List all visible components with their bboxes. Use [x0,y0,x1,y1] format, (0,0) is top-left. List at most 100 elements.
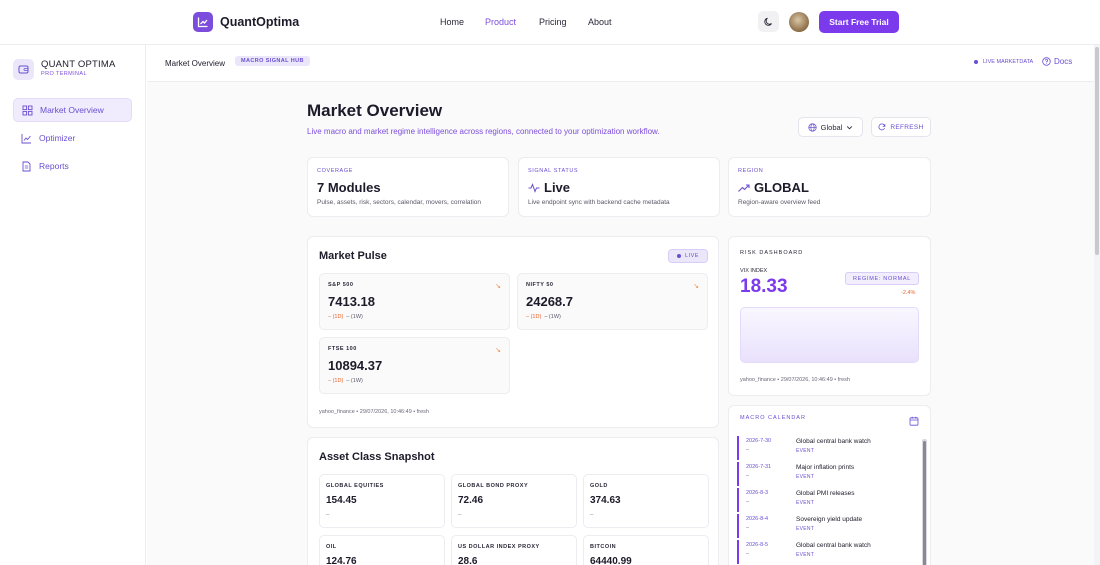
sidebar-item-reports[interactable]: Reports [13,154,132,178]
event-date: 2026-8-4 [746,516,769,522]
calendar-event[interactable]: 2026-8-5 – Global central bank watch EVE… [737,540,922,564]
vix-change: -2.4% [901,290,916,296]
calendar-event[interactable]: 2026-7-31 – Major inflation prints EVENT [737,462,922,486]
asset-tile-global-equities[interactable]: GLOBAL EQUITIES 154.45 – [319,474,445,528]
docs-label: Docs [1054,57,1073,66]
asset-tile-bitcoin[interactable]: BITCOIN 64440.99 [583,535,709,565]
globe-icon [808,122,817,132]
asset-tile-global-bond-proxy[interactable]: GLOBAL BOND PROXY 72.46 – [451,474,577,528]
nav-link-about[interactable]: About [588,17,612,27]
risk-dashboard-title: RISK DASHBOARD [740,250,804,256]
page-scrollbar-thumb[interactable] [1095,47,1099,255]
brand-name[interactable]: QuantOptima [220,15,299,29]
calendar-scrollbar[interactable] [922,433,927,565]
vix-area-chart [740,307,919,363]
event-date: 2026-8-3 [746,490,769,496]
calendar-event[interactable]: 2026-8-3 – Global PMI releases EVENT [737,488,922,512]
card-value: Live [528,180,570,195]
event-type: EVENT [796,500,815,506]
sidebar-item-label: Optimizer [39,133,76,143]
tile-change: – (1D) – (1W) [328,378,363,384]
tile-label: FTSE 100 [328,346,357,352]
page-scrollbar[interactable] [1094,45,1100,565]
change-1d: – (1D) [328,314,344,320]
asset-label: GLOBAL BOND PROXY [458,483,529,489]
nav-link-pricing[interactable]: Pricing [539,17,567,27]
regime-badge: REGIME: NORMAL [845,272,919,285]
region-select[interactable]: Global [798,117,863,137]
nav-link-product[interactable]: Product [485,17,516,27]
asset-label: GLOBAL EQUITIES [326,483,384,489]
refresh-button[interactable]: REFRESH [871,117,931,137]
index-tile-sp500[interactable]: S&P 500 ↘ 7413.18 – (1D) – (1W) [319,273,510,330]
brand-logo-icon[interactable] [193,12,213,32]
index-tile-ftse100[interactable]: FTSE 100 ↘ 10894.37 – (1D) – (1W) [319,337,510,394]
status-dot-icon [974,60,978,64]
coverage-value: 7 Modules [317,180,381,195]
sidebar-item-optimizer[interactable]: Optimizer [13,126,132,150]
docs-link[interactable]: Docs [1042,57,1072,66]
theme-toggle-button[interactable] [758,11,779,32]
asset-value: 64440.99 [590,556,632,565]
calendar-event[interactable]: 2026-7-30 – Global central bank watch EV… [737,436,922,460]
top-navigation-bar: QuantOptima Home Product Pricing About S… [0,0,1100,45]
sidebar-title: QUANT OPTIMA [41,59,116,70]
status-label: LIVE MARKETDATA [983,59,1034,65]
event-type: EVENT [796,552,815,558]
trend-down-icon: ↘ [693,283,699,290]
change-1w: – (1W) [346,378,363,384]
card-description: Live endpoint sync with backend cache me… [528,199,670,206]
asset-change: – [326,512,330,518]
nav-link-home[interactable]: Home [440,17,464,27]
event-date: 2026-8-5 [746,542,769,548]
event-title: Global PMI releases [796,490,855,497]
trend-chart-icon [21,133,32,144]
live-badge: LIVE [668,249,708,263]
chevron-down-icon [847,125,853,129]
market-pulse-title: Market Pulse [319,250,387,262]
region-select-value: Global [820,122,843,132]
start-free-trial-button[interactable]: Start Free Trial [819,11,899,33]
signal-status-card: SIGNAL STATUS Live Live endpoint sync wi… [518,157,720,217]
tile-change: – (1D) – (1W) [526,314,561,320]
vix-label: VIX INDEX [740,268,768,274]
asset-value: 28.6 [458,556,478,565]
tile-label: NIFTY 50 [526,282,554,288]
asset-label: BITCOIN [590,544,617,550]
event-title: Global central bank watch [796,542,871,549]
calendar-event[interactable]: 2026-8-4 – Sovereign yield update EVENT [737,514,922,538]
event-title: Sovereign yield update [796,516,863,523]
document-icon [21,161,32,172]
live-marketdata-status: LIVE MARKETDATA [974,59,1033,65]
asset-value: 124.76 [326,556,357,565]
tile-value: 24268.7 [526,294,573,309]
card-value: GLOBAL [738,180,809,195]
event-type: EVENT [796,526,815,532]
sub-header: Market Overview MACRO SIGNAL HUB LIVE MA… [147,45,1100,82]
macro-signal-hub-badge: MACRO SIGNAL HUB [235,56,310,66]
help-circle-icon [1042,57,1051,66]
calendar-icon[interactable] [909,413,919,431]
scrollbar-thumb[interactable] [923,441,926,565]
card-value: 7 Modules [317,180,381,195]
sidebar-item-market-overview[interactable]: Market Overview [13,98,132,122]
coverage-card: COVERAGE 7 Modules Pulse, assets, risk, … [307,157,509,217]
sidebar-item-label: Market Overview [40,105,104,115]
user-avatar[interactable] [789,12,809,32]
wallet-icon [13,59,34,80]
asset-tile-oil[interactable]: OIL 124.76 [319,535,445,565]
tile-label: S&P 500 [328,282,354,288]
asset-snapshot-title: Asset Class Snapshot [319,451,435,463]
asset-tile-us-dollar-index-proxy[interactable]: US DOLLAR INDEX PROXY 28.6 [451,535,577,565]
asset-tile-gold[interactable]: GOLD 374.63 – [583,474,709,528]
asset-label: OIL [326,544,337,550]
index-tile-nifty50[interactable]: NIFTY 50 ↘ 24268.7 – (1D) – (1W) [517,273,708,330]
asset-label: US DOLLAR INDEX PROXY [458,544,540,550]
trend-down-icon: ↘ [495,283,501,290]
macro-calendar-title: MACRO CALENDAR [740,415,806,421]
region-card: REGION GLOBAL Region-aware overview feed [728,157,931,217]
change-1d: – (1D) [526,314,542,320]
asset-value: 154.45 [326,495,357,506]
card-kicker: COVERAGE [317,168,353,174]
change-1w: – (1W) [346,314,363,320]
